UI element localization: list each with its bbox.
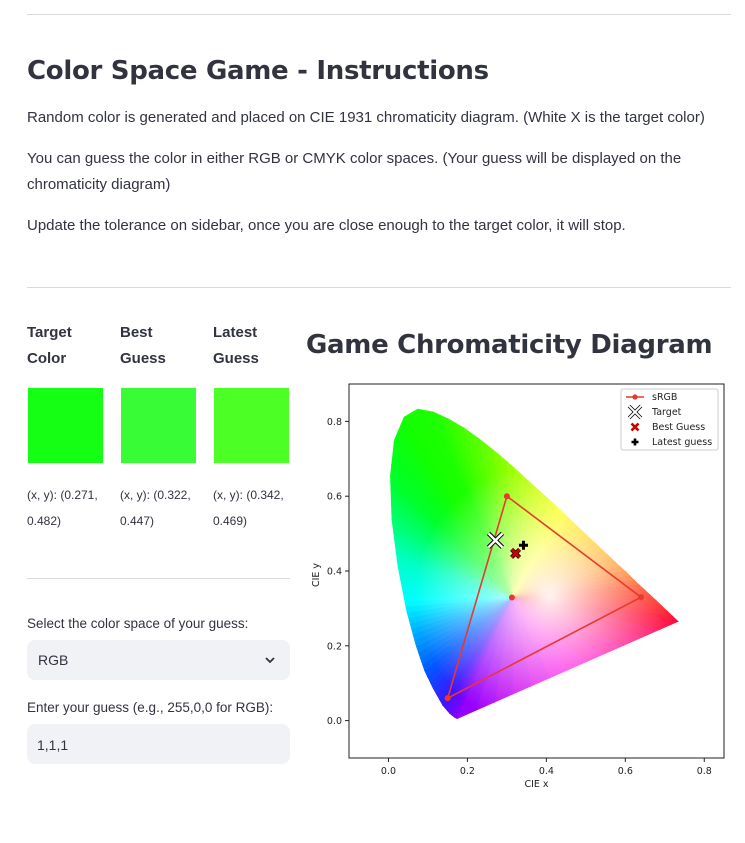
page-title: Color Space Game - Instructions xyxy=(27,56,489,86)
chevron-down-icon xyxy=(265,657,275,664)
target-coord: (x, y): (0.271, 0.482) xyxy=(27,488,98,528)
y-axis-label: CIE y xyxy=(311,563,322,587)
x-tick-label: 0.8 xyxy=(697,766,712,777)
y-tick-label: 0.6 xyxy=(327,492,342,503)
white-point xyxy=(508,594,515,601)
instruction-line-3: Update the tolerance on sidebar, once yo… xyxy=(27,217,626,234)
legend-best: Best Guess xyxy=(652,422,705,433)
y-tick-label: 0.0 xyxy=(327,716,342,727)
srgb-vertex xyxy=(638,594,645,601)
latest-guess-heading: Latest Guess xyxy=(213,324,259,367)
x-tick-label: 0.0 xyxy=(381,766,396,777)
y-tick-label: 0.4 xyxy=(327,567,342,578)
guess-label: Enter your guess (e.g., 255,0,0 for RGB)… xyxy=(27,700,274,715)
y-tick-label: 0.8 xyxy=(327,417,342,428)
guess-input[interactable]: 1,1,1 xyxy=(27,724,290,764)
latest-guess-swatch xyxy=(214,388,289,463)
chart-title: Game Chromaticity Diagram xyxy=(306,330,713,360)
legend-target: Target xyxy=(651,407,682,418)
top-divider xyxy=(27,14,731,15)
target-color-heading: Target Color xyxy=(27,324,72,367)
srgb-vertex xyxy=(444,695,451,702)
guess-input-value: 1,1,1 xyxy=(37,737,69,753)
y-tick-label: 0.2 xyxy=(327,641,342,652)
legend-latest: Latest guess xyxy=(652,437,712,448)
best-guess-swatch xyxy=(121,388,196,463)
latest-guess-coord: (x, y): (0.342, 0.469) xyxy=(213,488,284,528)
color-space-select[interactable]: RGB xyxy=(27,640,290,680)
legend-srgb-marker xyxy=(632,394,638,400)
srgb-vertex xyxy=(503,493,510,500)
instruction-line-1: Random color is generated and placed on … xyxy=(27,109,705,126)
form-divider xyxy=(27,578,290,579)
target-color-swatch xyxy=(28,388,103,463)
section-divider xyxy=(27,287,731,288)
legend-srgb: sRGB xyxy=(652,392,677,403)
chromaticity-chart: 0.0 0.2 0.4 0.6 0.8 0.0 0.2 0.4 0.6 0.8 CIE x CIE y… xyxy=(311,383,725,790)
x-tick-label: 0.6 xyxy=(618,766,633,777)
best-guess-coord: (x, y): (0.322, 0.447) xyxy=(120,488,191,528)
x-tick-label: 0.4 xyxy=(539,766,554,777)
instruction-line-2: You can guess the color in either RGB or… xyxy=(27,150,682,193)
x-axis-label: CIE x xyxy=(524,779,548,790)
color-space-label: Select the color space of your guess: xyxy=(27,616,249,631)
x-tick-label: 0.2 xyxy=(460,766,475,777)
best-guess-heading: Best Guess xyxy=(120,324,166,367)
color-space-value: RGB xyxy=(38,652,69,668)
chart-legend: sRGB Target Best Guess Latest guess xyxy=(620,388,719,451)
